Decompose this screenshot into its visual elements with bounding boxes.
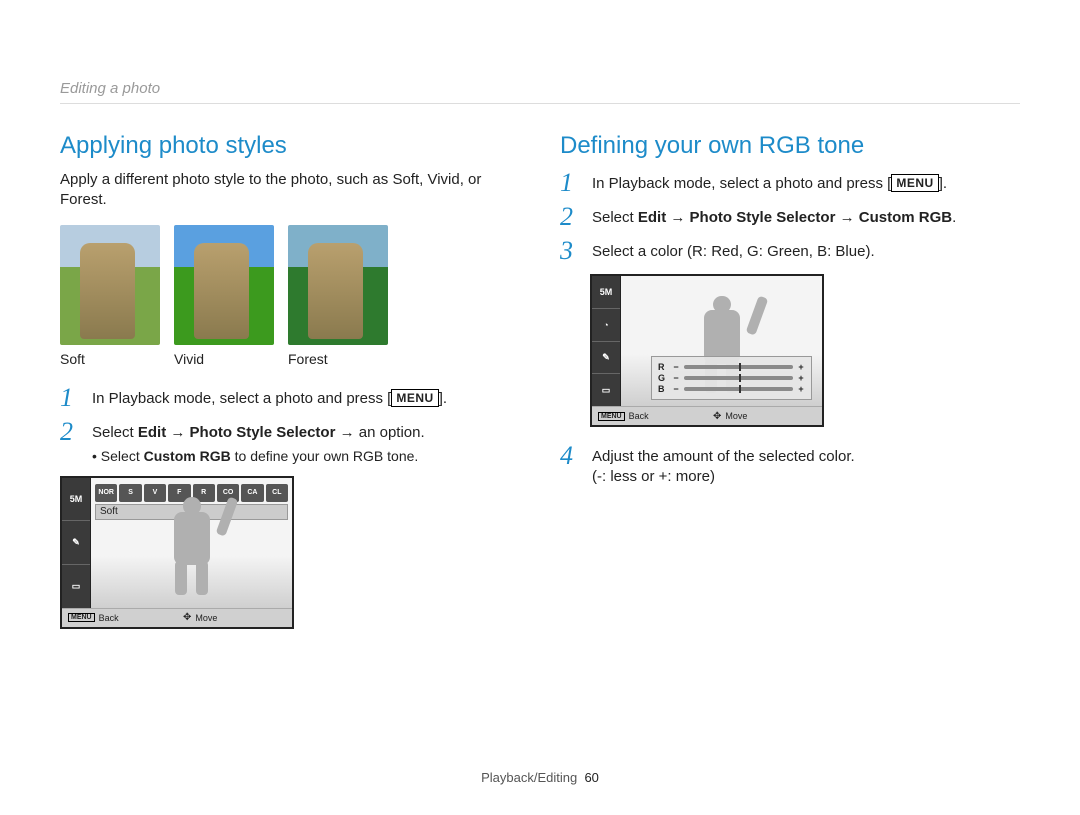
edit-icon: ✎ xyxy=(592,342,620,375)
style-chip: S xyxy=(119,484,141,502)
col-applying-photo-styles: Applying photo styles Apply a different … xyxy=(60,132,520,629)
step-text: In Playback mode, select a photo and pre… xyxy=(592,170,947,194)
breadcrumb: Editing a photo xyxy=(60,80,1020,104)
rgb-row-g: G − + xyxy=(658,373,805,383)
lcd-footer: MENU Back ✥ Move xyxy=(62,608,292,627)
resolution-icon: 5M xyxy=(62,478,90,522)
rotate-icon: ◔ xyxy=(592,309,620,342)
lcd-footer: MENU Back ✥ Move xyxy=(592,406,822,425)
thumbnail-labels: Soft Vivid Forest xyxy=(60,351,520,367)
step-number: 2 xyxy=(560,204,580,230)
step-number: 2 xyxy=(60,419,80,445)
slider-bar xyxy=(684,376,793,380)
menu-button-icon: MENU xyxy=(391,389,438,407)
footer-section: Playback/Editing xyxy=(481,770,577,785)
lcd-side-icons: 5M ◔ ✎ ▭ xyxy=(592,276,621,406)
footer-back-label: Back xyxy=(629,411,649,421)
menu-mini-icon: MENU xyxy=(598,412,625,421)
rgb-row-r: R − + xyxy=(658,362,805,372)
lcd-style-selector: 5M ✎ ▭ NOR S V F R CO CA CL xyxy=(60,476,294,629)
crop-icon: ▭ xyxy=(62,565,90,608)
step-number: 3 xyxy=(560,238,580,264)
step-number: 1 xyxy=(560,170,580,196)
col-defining-rgb-tone: Defining your own RGB tone 1 In Playback… xyxy=(560,132,1020,629)
style-chip: NOR xyxy=(95,484,117,502)
person-silhouette xyxy=(151,497,231,595)
step-sub-bullet: Select Custom RGB to define your own RGB… xyxy=(92,447,425,466)
footer-back-label: Back xyxy=(99,613,119,623)
thumb-forest xyxy=(288,225,388,345)
resolution-icon: 5M xyxy=(592,276,620,309)
style-chip: CL xyxy=(266,484,288,502)
crop-icon: ▭ xyxy=(592,374,620,406)
heading-defining-rgb: Defining your own RGB tone xyxy=(560,132,1020,160)
intro-text: Apply a different photo style to the pho… xyxy=(60,170,520,211)
step-text: Select Edit → Photo Style Selector → Cus… xyxy=(592,204,956,228)
lcd-rgb-adjust: 5M ◔ ✎ ▭ R − xyxy=(590,274,824,427)
thumb-soft xyxy=(60,225,160,345)
step-text: Select a color (R: Red, G: Green, B: Blu… xyxy=(592,238,875,262)
menu-button-icon: MENU xyxy=(891,174,938,192)
footer-move-label: Move xyxy=(725,411,747,421)
thumb-label-vivid: Vivid xyxy=(174,351,274,367)
footer-page-number: 60 xyxy=(584,770,598,785)
step-text: In Playback mode, select a photo and pre… xyxy=(92,385,447,409)
rgb-row-b: B − + xyxy=(658,384,805,394)
step-number: 1 xyxy=(60,385,80,411)
heading-applying-photo-styles: Applying photo styles xyxy=(60,132,520,160)
move-icon: ✥ xyxy=(713,411,721,422)
style-chip: CA xyxy=(241,484,263,502)
step-text: Adjust the amount of the selected color.… xyxy=(592,443,855,488)
page-footer: Playback/Editing 60 xyxy=(0,770,1080,785)
thumb-label-forest: Forest xyxy=(288,351,388,367)
thumbnail-row xyxy=(60,225,520,345)
footer-move-label: Move xyxy=(195,613,217,623)
slider-bar xyxy=(684,387,793,391)
slider-bar xyxy=(684,365,793,369)
edit-icon: ✎ xyxy=(62,521,90,565)
step-text: Select Edit → Photo Style Selector → an … xyxy=(92,419,425,466)
move-icon: ✥ xyxy=(183,612,191,623)
rgb-slider-panel: R − + G − + xyxy=(651,356,812,400)
lcd-side-icons: 5M ✎ ▭ xyxy=(62,478,91,608)
thumb-label-soft: Soft xyxy=(60,351,160,367)
step-number: 4 xyxy=(560,443,580,469)
menu-mini-icon: MENU xyxy=(68,613,95,622)
thumb-vivid xyxy=(174,225,274,345)
